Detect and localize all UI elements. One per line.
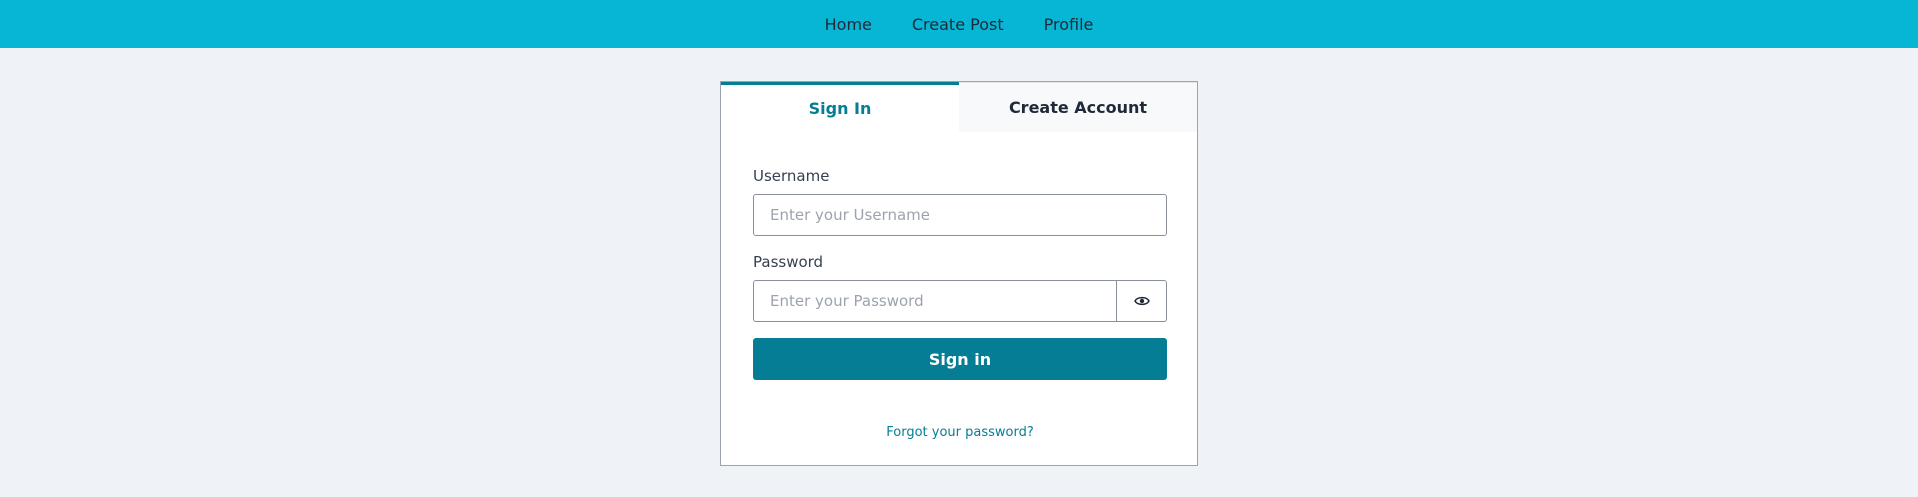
password-field-wrap — [753, 280, 1167, 322]
username-input[interactable] — [753, 194, 1167, 236]
forgot-password-link[interactable]: Forgot your password? — [721, 425, 1199, 440]
sign-in-button[interactable]: Sign in — [753, 338, 1167, 380]
eye-icon — [1133, 295, 1150, 307]
tab-create-account[interactable]: Create Account — [959, 82, 1197, 132]
nav-home-link[interactable]: Home — [825, 15, 872, 34]
auth-tabs: Sign In Create Account — [721, 82, 1197, 132]
tab-sign-in[interactable]: Sign In — [721, 82, 959, 132]
password-input[interactable] — [753, 280, 1117, 322]
sign-in-form: Username Password Sign in — [753, 166, 1167, 380]
nav-create-post-link[interactable]: Create Post — [912, 15, 1004, 34]
show-password-button[interactable] — [1117, 280, 1167, 322]
top-nav: Home Create Post Profile — [0, 0, 1918, 48]
username-label: Username — [753, 167, 830, 185]
password-label: Password — [753, 253, 824, 271]
auth-card: Sign In Create Account Username Password… — [720, 81, 1198, 466]
username-field-wrap — [753, 194, 1167, 236]
nav-profile-link[interactable]: Profile — [1044, 15, 1094, 34]
